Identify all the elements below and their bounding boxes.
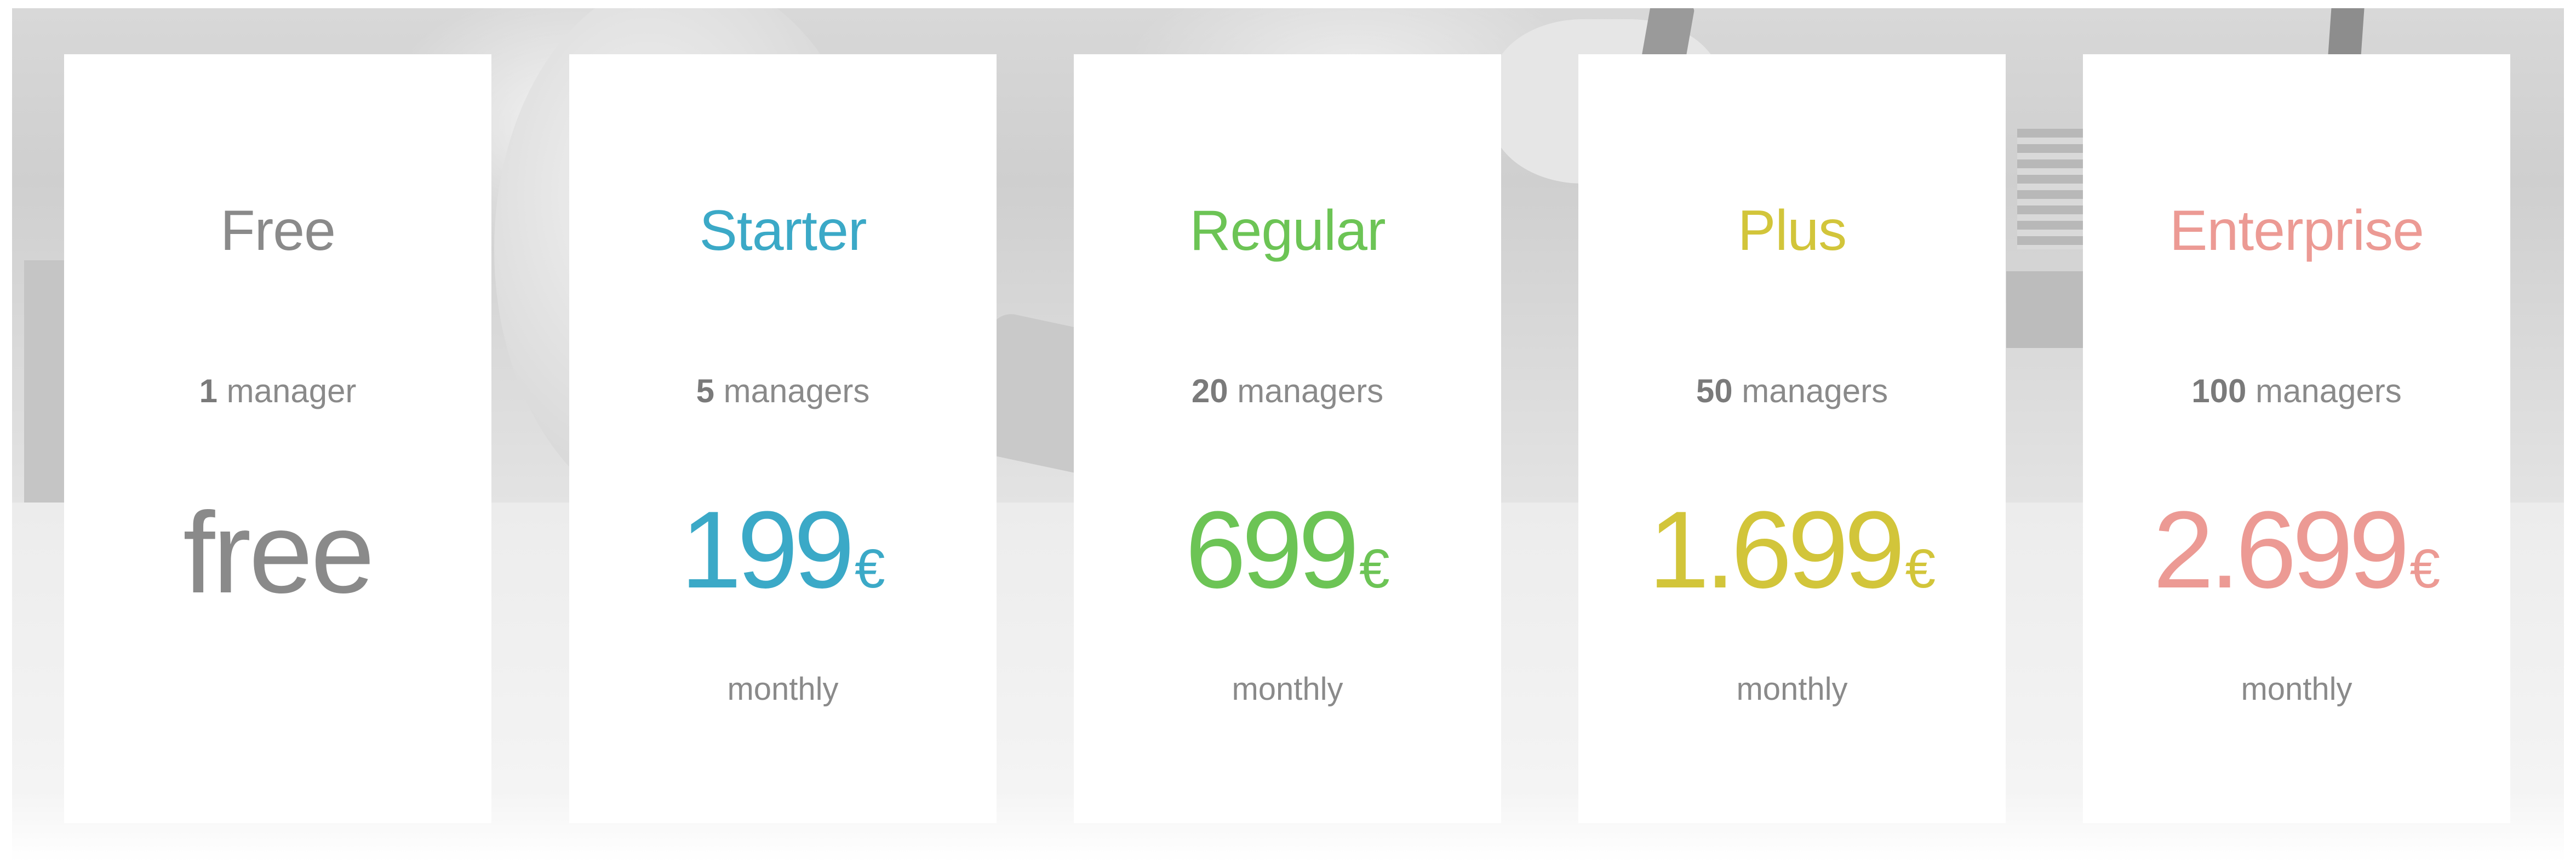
billing-period: monthly — [727, 671, 839, 707]
manager-label: managers — [1742, 373, 1888, 409]
price-currency: € — [2409, 538, 2441, 600]
pricing-section: Free 1 manager free Starter 5 managers 1… — [0, 0, 2576, 862]
price-amount: 1.699 — [1648, 489, 1905, 611]
plan-managers: 20 managers — [1074, 375, 1501, 408]
plan-managers: 5 managers — [569, 375, 997, 408]
plan-name: Enterprise — [2169, 199, 2424, 262]
manager-label: manager — [226, 373, 357, 409]
billing-period: monthly — [2241, 671, 2352, 707]
manager-label: managers — [1237, 373, 1384, 409]
manager-count: 50 — [1696, 373, 1733, 409]
manager-count: 20 — [1191, 373, 1228, 409]
price-currency: € — [1905, 538, 1936, 600]
plan-name: Starter — [699, 199, 867, 262]
billing-period: monthly — [1232, 671, 1343, 707]
plan-name: Plus — [1737, 199, 1847, 262]
manager-count: 5 — [696, 373, 714, 409]
plan-price: 199€ — [569, 495, 997, 605]
plan-name: Free — [220, 199, 336, 262]
manager-count: 100 — [2191, 373, 2247, 409]
plan-name: Regular — [1189, 199, 1386, 262]
manager-label: managers — [2255, 373, 2402, 409]
plan-card-plus[interactable]: Plus 50 managers 1.699€ monthly — [1578, 54, 2006, 823]
plan-card-enterprise[interactable]: Enterprise 100 managers 2.699€ monthly — [2083, 54, 2510, 823]
price-currency: € — [855, 538, 885, 600]
price-amount: 699 — [1185, 489, 1359, 611]
plan-card-regular[interactable]: Regular 20 managers 699€ monthly — [1074, 54, 1501, 823]
price-amount: free — [183, 488, 375, 617]
plan-managers: 50 managers — [1578, 375, 2006, 408]
plan-price: 2.699€ — [2083, 495, 2510, 605]
plan-managers: 1 manager — [64, 375, 491, 408]
manager-count: 1 — [199, 373, 217, 409]
plan-price: 1.699€ — [1578, 495, 2006, 605]
billing-period: monthly — [1736, 671, 1848, 707]
plan-card-free[interactable]: Free 1 manager free — [64, 54, 491, 823]
price-amount: 2.699 — [2153, 489, 2409, 611]
plan-price: 699€ — [1074, 495, 1501, 605]
price-amount: 199 — [680, 489, 855, 611]
plan-managers: 100 managers — [2083, 375, 2510, 408]
plan-card-starter[interactable]: Starter 5 managers 199€ monthly — [569, 54, 997, 823]
plan-price: free — [64, 495, 491, 610]
price-currency: € — [1359, 538, 1390, 600]
manager-label: managers — [723, 373, 870, 409]
